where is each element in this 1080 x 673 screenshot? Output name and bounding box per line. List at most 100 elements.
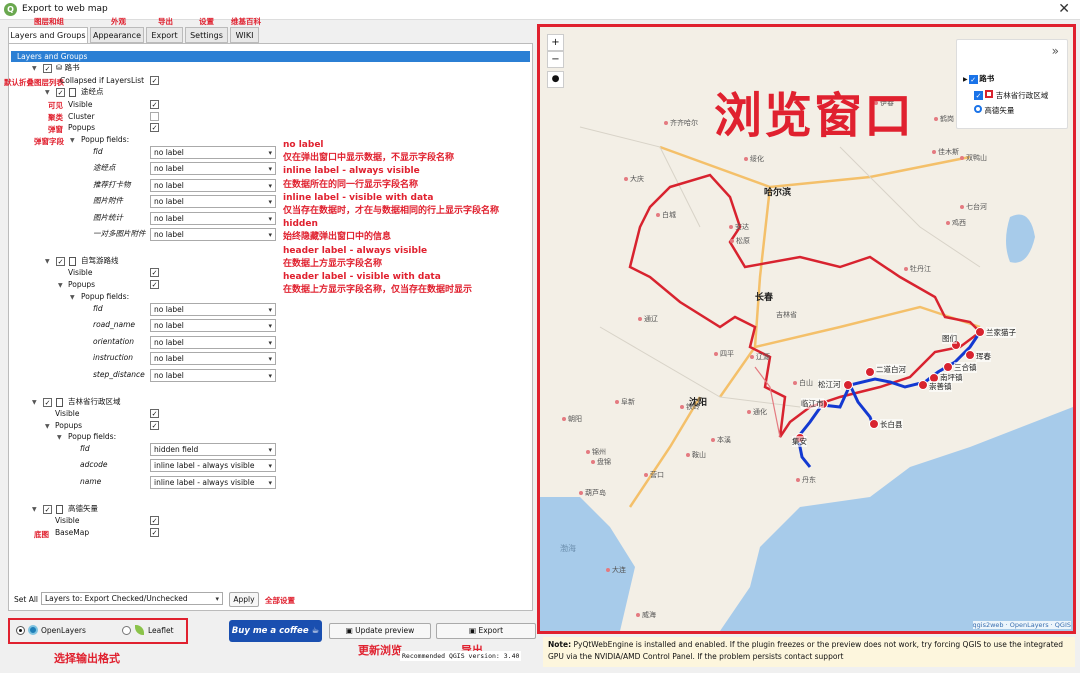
field-label-dropdown[interactable]: no label xyxy=(150,303,276,316)
legend-admin-layer[interactable]: ✓ 吉林省行政区域 xyxy=(974,90,1048,101)
map-town-label: 松原 xyxy=(736,237,750,245)
town-dot-icon xyxy=(615,400,619,404)
field-label-dropdown[interactable]: inline label - always visible xyxy=(150,459,276,473)
field-label-dropdown[interactable]: no label xyxy=(150,162,276,176)
map-town-label: 朝阳 xyxy=(568,415,582,423)
locate-icon[interactable]: ● xyxy=(547,71,564,88)
map-town-label: 鹤岗 xyxy=(940,115,954,123)
town-dot-icon xyxy=(904,267,908,271)
expand-arrow-icon[interactable]: ▼ xyxy=(58,282,63,289)
layer-waypoints-checkbox[interactable]: ✓ xyxy=(56,88,65,97)
route-point-marker[interactable] xyxy=(975,327,985,337)
visible-checkbox[interactable]: ✓ xyxy=(150,268,159,277)
route-point-label: 松江河 xyxy=(818,379,841,390)
window-title: Export to web map xyxy=(22,4,108,14)
leaflet-radio[interactable] xyxy=(122,626,131,635)
map-preview[interactable]: 兰家猫子 珲春 图们 三合镇 南坪镇 崇善镇 二道白河 松江河 临江市 长白县 集安 伊春 鹤岗 齐齐哈… xyxy=(537,24,1076,634)
tab-layers-groups[interactable]: Layers and Groups xyxy=(8,27,88,44)
layer-basemap-checkbox[interactable]: ✓ xyxy=(43,505,52,514)
expand-arrow-icon[interactable]: ▼ xyxy=(70,294,75,301)
legend-basemap-radio[interactable] xyxy=(974,105,982,113)
field-label-dropdown[interactable]: no label xyxy=(150,178,276,192)
legend-collapse-icon[interactable]: » xyxy=(1052,44,1059,58)
town-dot-icon xyxy=(664,121,668,125)
apply-button[interactable]: Apply xyxy=(229,592,259,607)
tab-export[interactable]: Export xyxy=(146,27,183,43)
town-dot-icon xyxy=(562,417,566,421)
field-label-dropdown[interactable]: no label xyxy=(150,368,276,382)
export-button[interactable]: ▣ Export xyxy=(436,623,536,639)
update-preview-button[interactable]: ▣ Update preview xyxy=(329,623,431,639)
annotation-export: 导出 xyxy=(158,17,173,26)
map-town-label: 安达 xyxy=(735,223,749,231)
legend-arrow-icon: ▶ xyxy=(963,76,968,83)
expand-arrow-icon[interactable]: ▼ xyxy=(57,434,62,441)
expand-arrow-icon[interactable]: ▼ xyxy=(32,399,37,406)
polygon-swatch-icon xyxy=(985,90,994,98)
annotation-appearance: 外观 xyxy=(111,17,126,26)
route-point-label: 集安 xyxy=(792,436,807,447)
field-label-dropdown[interactable]: hidden field xyxy=(150,443,276,456)
town-dot-icon xyxy=(796,478,800,482)
tab-appearance[interactable]: Appearance xyxy=(90,27,144,43)
popups-checkbox[interactable]: ✓ xyxy=(150,123,159,132)
annotation-select-format: 选择输出格式 xyxy=(54,652,120,665)
legend-admin-checkbox[interactable]: ✓ xyxy=(974,91,983,100)
route-point-marker[interactable] xyxy=(865,367,875,377)
set-all-dropdown[interactable]: Layers to: Export Checked/Unchecked xyxy=(41,592,223,605)
visible-checkbox[interactable]: ✓ xyxy=(150,409,159,418)
route-point-marker[interactable] xyxy=(943,362,953,372)
buy-coffee-button[interactable]: Buy me a coffee ☕ xyxy=(229,620,322,642)
expand-arrow-icon[interactable]: ▼ xyxy=(32,65,37,72)
popups-checkbox[interactable]: ✓ xyxy=(150,421,159,430)
route-point-marker[interactable] xyxy=(918,380,928,390)
legend-admin-label: 吉林省行政区域 xyxy=(995,91,1049,100)
tab-wiki[interactable]: WIKI xyxy=(230,27,259,43)
field-label-dropdown[interactable]: no label xyxy=(150,146,276,159)
layer-route-checkbox[interactable]: ✓ xyxy=(56,257,65,266)
map-city-harbin: 哈尔滨 xyxy=(764,188,792,198)
field-name-label: name xyxy=(80,476,102,486)
expand-arrow-icon[interactable]: ▼ xyxy=(45,89,50,96)
field-label-dropdown[interactable]: inline label - always visible xyxy=(150,475,276,489)
legend-group-checkbox[interactable]: ✓ xyxy=(968,75,978,84)
expand-arrow-icon[interactable]: ▼ xyxy=(70,137,75,144)
expand-arrow-icon[interactable]: ▼ xyxy=(45,258,50,265)
annotation-visible: 可见 xyxy=(48,101,63,110)
visible-checkbox[interactable]: ✓ xyxy=(150,100,159,109)
legend-basemap[interactable]: 高德矢量 xyxy=(974,105,1014,116)
route-point-marker[interactable] xyxy=(869,419,879,429)
expand-arrow-icon[interactable]: ▼ xyxy=(45,423,50,430)
route-point-marker[interactable] xyxy=(843,380,853,390)
field-label-dropdown[interactable]: no label xyxy=(150,211,276,225)
close-icon[interactable]: ✕ xyxy=(1058,1,1070,17)
town-dot-icon xyxy=(680,405,684,409)
popup-fields-label: Popup fields: xyxy=(68,432,117,441)
route-point-marker[interactable] xyxy=(965,350,975,360)
label-help-line: 在数据上方显示字段名称 xyxy=(283,258,383,269)
layer-admin-checkbox[interactable]: ✓ xyxy=(43,398,52,407)
map-attribution[interactable]: qgis2web · OpenLayers · QGIS xyxy=(972,621,1071,629)
collapsed-checkbox[interactable]: ✓ xyxy=(150,76,159,85)
cluster-checkbox[interactable] xyxy=(150,112,159,121)
field-label-dropdown[interactable]: no label xyxy=(150,335,276,349)
legend-group-label: 路书 xyxy=(979,74,995,83)
field-label-dropdown[interactable]: no label xyxy=(150,319,276,333)
zoom-out-button[interactable]: − xyxy=(547,51,564,68)
map-town-label: 本溪 xyxy=(717,436,731,444)
field-label-dropdown[interactable]: no label xyxy=(150,352,276,366)
field-label-dropdown[interactable]: no label xyxy=(150,228,276,241)
tab-settings[interactable]: Settings xyxy=(185,27,228,43)
zoom-in-button[interactable]: + xyxy=(547,34,564,51)
map-town-label: 大庆 xyxy=(630,175,644,183)
openlayers-logo-icon xyxy=(28,625,38,635)
basemap-checkbox[interactable]: ✓ xyxy=(150,528,159,537)
legend-group[interactable]: ▶ ✓ 路书 xyxy=(963,74,994,85)
group-road-book-checkbox[interactable]: ✓ xyxy=(43,64,52,73)
field-label-dropdown[interactable]: no label xyxy=(150,195,276,209)
openlayers-radio[interactable] xyxy=(16,626,25,635)
expand-arrow-icon[interactable]: ▼ xyxy=(32,506,37,513)
tree-root-item[interactable]: Layers and Groups xyxy=(11,51,530,62)
popups-checkbox[interactable]: ✓ xyxy=(150,280,159,289)
visible-checkbox[interactable]: ✓ xyxy=(150,516,159,525)
